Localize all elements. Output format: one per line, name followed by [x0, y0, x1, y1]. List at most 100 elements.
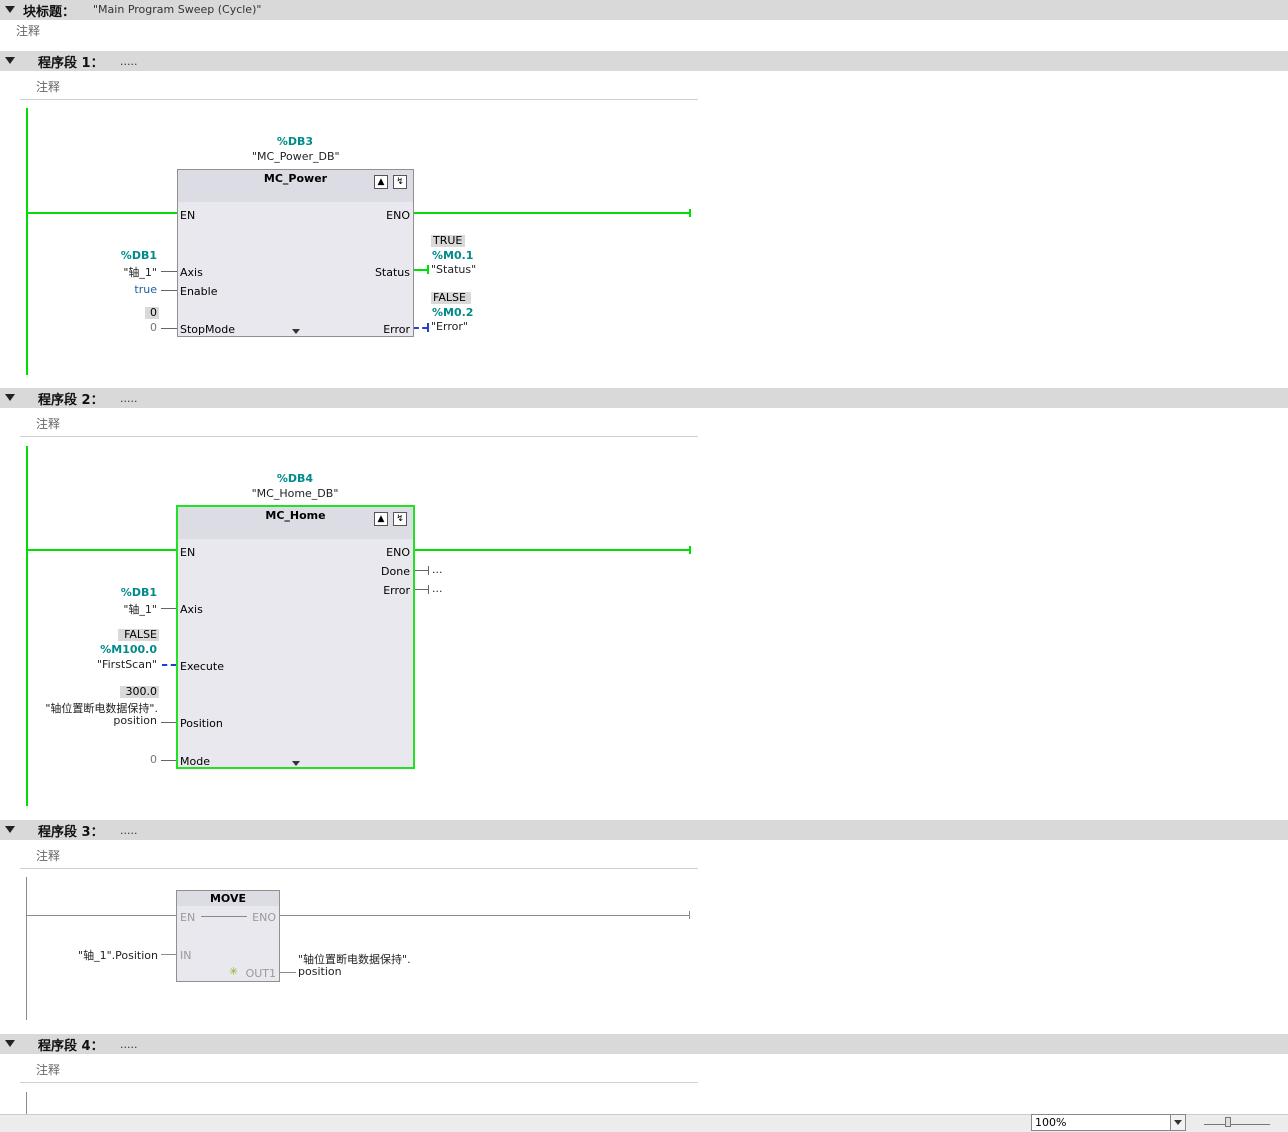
contact-mark — [427, 323, 429, 332]
diagnostics-icon[interactable]: ▲ — [374, 512, 388, 526]
network-3-header[interactable]: 程序段 3： ..... — [0, 820, 1288, 840]
block-title-value[interactable]: "Main Program Sweep (Cycle)" — [93, 3, 261, 16]
connector — [161, 608, 176, 609]
expand-arrow-icon[interactable] — [292, 329, 300, 334]
stethoscope-icon[interactable]: ↯ — [393, 512, 407, 526]
pin-error: Error — [383, 584, 410, 597]
collapse-triangle-icon[interactable] — [5, 57, 15, 64]
wire-en — [28, 549, 177, 551]
pin-enable: Enable — [180, 285, 218, 298]
pin-done: Done — [381, 565, 410, 578]
pin-error: Error — [383, 323, 410, 336]
collapse-triangle-icon[interactable] — [5, 1040, 15, 1047]
wire-end — [689, 911, 690, 919]
power-rail — [26, 877, 27, 1020]
connector — [161, 760, 176, 761]
pin-stopmode: StopMode — [180, 323, 235, 336]
wire-end — [689, 546, 691, 554]
network-2-title[interactable]: ..... — [120, 392, 137, 405]
pin-en: EN — [180, 911, 196, 924]
mc-power-block[interactable]: MC_Power ▲ ↯ EN Axis Enable StopMode ENO… — [177, 169, 414, 337]
execute-operand[interactable]: "FirstScan" — [80, 658, 157, 671]
block-title-header[interactable]: 块标题： "Main Program Sweep (Cycle)" — [0, 0, 1288, 20]
network-2-label: 程序段 2： — [38, 393, 104, 408]
collapse-triangle-icon[interactable] — [5, 826, 15, 833]
connector — [161, 328, 177, 329]
mc-home-block[interactable]: MC_Home ▲ ↯ EN Axis Execute Position Mod… — [176, 505, 415, 769]
network-4-title[interactable]: ..... — [120, 1038, 137, 1051]
pin-eno: ENO — [252, 911, 276, 924]
execute-address: %M100.0 — [100, 643, 157, 656]
contact-mark — [428, 566, 429, 575]
collapse-triangle-icon[interactable] — [5, 6, 15, 13]
network-3-title[interactable]: ..... — [120, 824, 137, 837]
zoom-slider-track[interactable] — [1204, 1124, 1270, 1125]
pin-mode: Mode — [180, 755, 210, 768]
wire-status — [414, 269, 428, 271]
stopmode-operand[interactable]: 0 — [100, 321, 157, 334]
network-2-comment[interactable]: 注释 — [36, 415, 60, 432]
wire-end — [689, 209, 691, 217]
block-comment[interactable]: 注释 — [16, 22, 40, 39]
wire-eno — [414, 549, 690, 551]
mode-operand[interactable]: 0 — [100, 753, 157, 766]
wire-eno — [414, 212, 690, 214]
collapse-triangle-icon[interactable] — [5, 394, 15, 401]
pin-execute: Execute — [180, 660, 224, 673]
internal-wire — [201, 916, 247, 917]
comment-divider — [20, 1082, 698, 1083]
block-title-label: 块标题： — [23, 5, 76, 20]
pin-eno: ENO — [386, 209, 410, 222]
pin-position: Position — [180, 717, 223, 730]
zoom-slider-handle[interactable] — [1225, 1117, 1231, 1127]
comment-divider — [20, 436, 698, 437]
expand-arrow-icon[interactable] — [292, 761, 300, 766]
axis-address: %DB1 — [120, 586, 157, 599]
stethoscope-icon[interactable]: ↯ — [393, 175, 407, 189]
position-operand-line2[interactable]: position — [80, 714, 157, 727]
pin-out1: OUT1 — [245, 967, 276, 980]
instance-db-address: %DB4 — [276, 472, 314, 485]
done-operand[interactable]: ... — [432, 563, 443, 576]
pin-eno: ENO — [386, 546, 410, 559]
network-4-comment[interactable]: 注释 — [36, 1061, 60, 1078]
network-1-comment[interactable]: 注释 — [36, 78, 60, 95]
connector — [280, 972, 296, 973]
error-monitor-value: FALSE — [431, 292, 471, 304]
network-1-header[interactable]: 程序段 1： ..... — [0, 51, 1288, 71]
stopmode-monitor-value: 0 — [145, 307, 159, 319]
diagnostics-icon[interactable]: ▲ — [374, 175, 388, 189]
network-1-label: 程序段 1： — [38, 56, 104, 71]
move-out-operand-line2[interactable]: position — [298, 965, 342, 978]
connector — [161, 290, 177, 291]
position-monitor-value: 300.0 — [120, 686, 159, 698]
wire-en — [28, 212, 177, 214]
zoom-dropdown-arrow-icon[interactable] — [1170, 1115, 1185, 1130]
network-3-comment[interactable]: 注释 — [36, 847, 60, 864]
error-operand[interactable]: ... — [432, 582, 443, 595]
axis-operand[interactable]: "轴_1" — [100, 264, 157, 280]
move-block[interactable]: MOVE EN ENO IN ✳ OUT1 — [176, 890, 280, 982]
instance-db-name[interactable]: "MC_Home_DB" — [250, 487, 340, 500]
contact-mark — [427, 265, 429, 274]
connector — [415, 589, 428, 590]
enable-operand[interactable]: true — [100, 283, 157, 296]
axis-operand[interactable]: "轴_1" — [100, 601, 157, 617]
pin-en: EN — [180, 546, 196, 559]
axis-address: %DB1 — [120, 249, 157, 262]
add-output-icon[interactable]: ✳ — [229, 965, 238, 978]
connector — [415, 570, 428, 571]
move-in-operand[interactable]: "轴_1".Position — [50, 947, 158, 963]
power-rail — [26, 1092, 27, 1114]
instance-db-name[interactable]: "MC_Power_DB" — [252, 150, 340, 163]
connector — [161, 954, 176, 955]
status-operand[interactable]: "Status" — [431, 263, 476, 276]
network-4-header[interactable]: 程序段 4： ..... — [0, 1034, 1288, 1054]
block-name: MOVE — [209, 892, 247, 905]
network-2-header[interactable]: 程序段 2： ..... — [0, 388, 1288, 408]
network-1-title[interactable]: ..... — [120, 55, 137, 68]
error-operand[interactable]: "Error" — [431, 320, 468, 333]
zoom-select[interactable]: 100% — [1031, 1114, 1186, 1131]
pin-axis: Axis — [180, 603, 203, 616]
instance-db-address: %DB3 — [276, 135, 314, 148]
